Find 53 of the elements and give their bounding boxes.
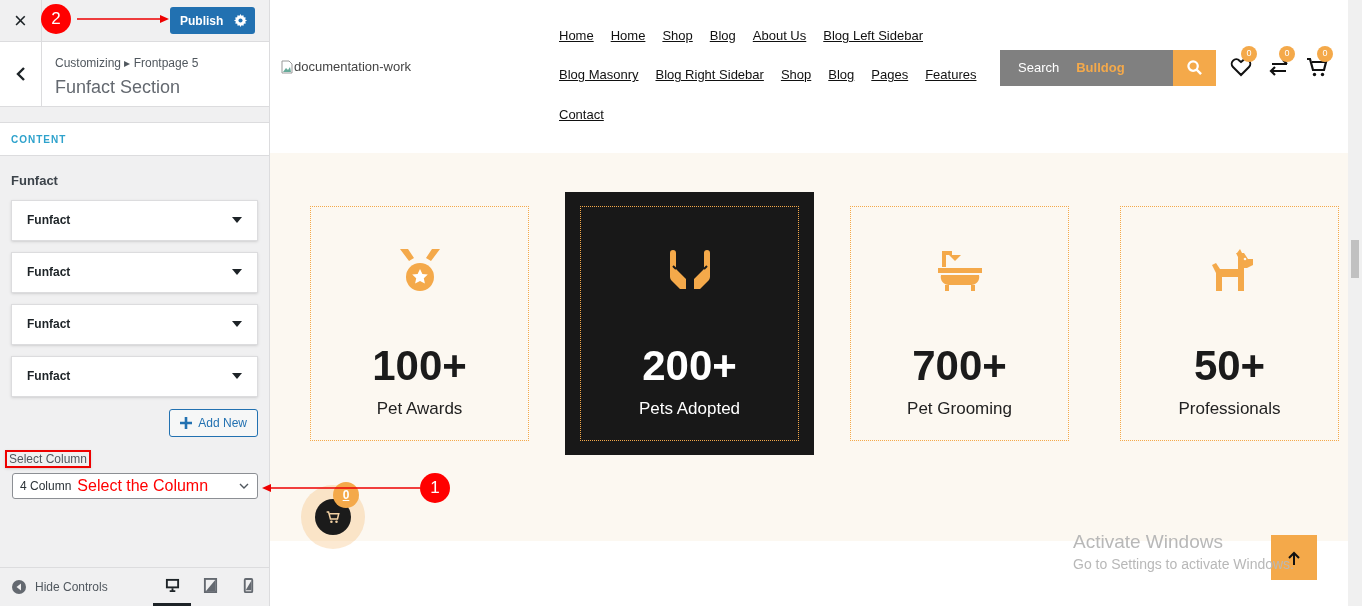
count-badge: 0 (1241, 45, 1257, 62)
heart-icon (1230, 55, 1252, 78)
section-heading: CONTENT (11, 132, 67, 147)
nav-link[interactable]: Home (610, 25, 646, 46)
count-badge: 0 (1279, 45, 1295, 62)
accordion-item[interactable]: Funfact (11, 199, 258, 241)
stat-number: 700+ (912, 342, 1007, 390)
desktop-icon (164, 578, 180, 593)
stat-label: Pet Grooming (907, 398, 1012, 420)
nav-link[interactable]: Features (925, 65, 977, 85)
plus-icon (180, 416, 193, 429)
accordion-item[interactable]: Funfact (11, 251, 258, 293)
accordion-item[interactable]: Funfact (11, 355, 258, 397)
select-label: Select Column (5, 449, 92, 468)
search-icon (1187, 60, 1202, 75)
stat-label: Pets Adopted (638, 398, 741, 420)
nav-link[interactable]: Blog Right Sidebar (655, 65, 764, 85)
breadcrumb: Customizing ▸ Frontpage 5 (55, 55, 199, 72)
nav-link[interactable]: Blog Masonry (559, 65, 639, 85)
hide-controls-button[interactable]: Hide Controls (12, 578, 108, 596)
nav-link[interactable]: Blog (709, 25, 736, 46)
stat-number: 50+ (1193, 342, 1266, 390)
publish-button[interactable]: Publish (170, 7, 255, 34)
chevron-down-icon (239, 482, 249, 489)
collapse-icon (12, 580, 26, 594)
section-title: Funfact Section (55, 76, 182, 99)
add-new-button[interactable]: Add New (169, 408, 258, 437)
nav-link[interactable]: Blog (828, 65, 855, 85)
settings-icon (234, 14, 247, 27)
cart-icon (326, 510, 340, 524)
nav-link[interactable]: Shop (780, 65, 812, 85)
stat-label: Pet Awards (376, 398, 463, 420)
accordion-item[interactable]: Funfact (11, 303, 258, 345)
nav-link[interactable]: Blog Left Sidebar (823, 25, 923, 46)
stat-number: 200+ (642, 342, 737, 390)
chevron-left-icon (15, 67, 26, 81)
nav-link[interactable]: Shop (662, 25, 693, 46)
tablet-icon (202, 578, 218, 593)
broken-image-icon (281, 59, 293, 74)
image-alt-text: documentation-work (294, 57, 412, 76)
column-select[interactable]: 4 Column Select the Column (12, 472, 258, 499)
nav-link[interactable]: Pages (871, 65, 909, 85)
search-field[interactable]: Search Bulldog (1000, 49, 1173, 86)
nav-link[interactable]: Home (559, 25, 594, 46)
stat-number: 100+ (372, 342, 467, 390)
activation-notice-title: Activate Windows (1073, 530, 1224, 554)
nav-link[interactable]: About Us (752, 25, 807, 46)
count-badge: 0 (1317, 45, 1333, 62)
group-label: Funfact (11, 172, 59, 190)
nav-link[interactable]: Contact (559, 104, 604, 125)
stat-label: Professionals (1178, 398, 1281, 420)
annotation-text: Select the Column (77, 475, 209, 496)
cart-icon (1306, 55, 1328, 78)
